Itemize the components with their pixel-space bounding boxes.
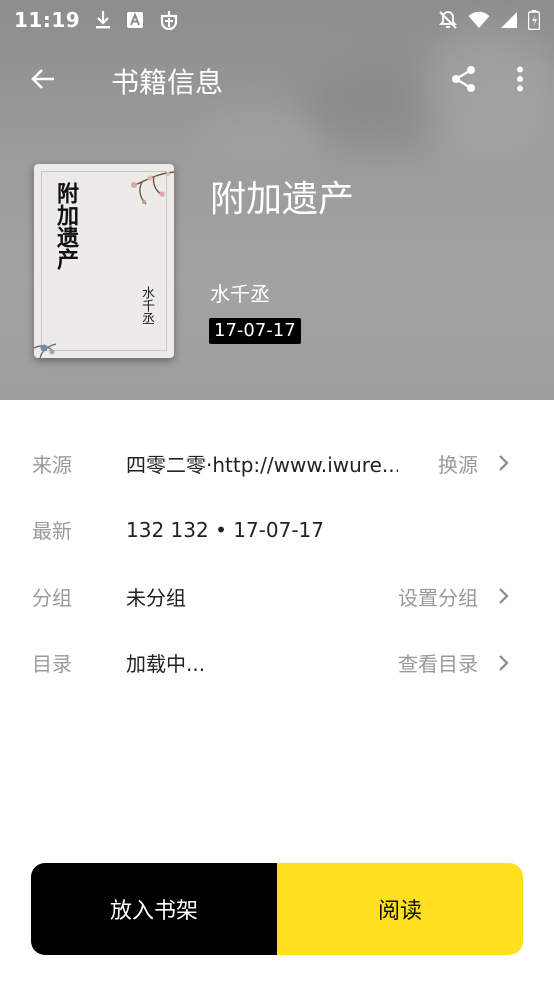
change-source-button[interactable]: 换源 — [438, 449, 478, 478]
share-button[interactable] — [436, 53, 492, 109]
status-time: 11:19 — [14, 8, 81, 32]
notifications-off-icon — [438, 10, 458, 30]
add-to-shelf-button[interactable]: 放入书架 — [31, 863, 277, 955]
more-vert-icon — [516, 66, 524, 96]
group-value: 未分组 — [126, 585, 186, 610]
info-row-latest: 最新 132 132 • 17-07-17 — [0, 497, 554, 564]
info-row-source[interactable]: 来源 四零二零·http://www.iwure... 换源 — [0, 430, 554, 497]
read-button[interactable]: 阅读 — [277, 863, 523, 955]
cover-flower-decoration — [131, 171, 174, 205]
info-row-toc[interactable]: 目录 加载中... 查看目录 — [0, 630, 554, 697]
page-title: 书籍信息 — [111, 66, 224, 99]
share-icon — [451, 65, 477, 97]
arrow-back-icon — [29, 65, 57, 97]
group-label: 分组 — [32, 585, 72, 610]
latest-label: 最新 — [32, 519, 72, 544]
source-value: 四零二零·http://www.iwure... — [126, 452, 398, 477]
signal-icon — [500, 11, 518, 29]
app-bar: 书籍信息 — [0, 50, 554, 112]
chevron-right-icon — [498, 654, 510, 672]
set-group-button[interactable]: 设置分组 — [398, 582, 478, 611]
cover-title: 附加遗产 — [53, 182, 78, 270]
toc-value: 加载中... — [126, 652, 206, 677]
wifi-icon — [468, 11, 490, 29]
chevron-right-icon — [498, 454, 510, 472]
view-toc-button[interactable]: 查看目录 — [398, 648, 478, 677]
book-name: 附加遗产 — [210, 179, 355, 220]
download-icon — [94, 10, 112, 30]
bottom-action-bar: 放入书架 阅读 — [31, 863, 523, 955]
info-row-group[interactable]: 分组 未分组 设置分组 — [0, 563, 554, 630]
font-icon — [126, 11, 144, 29]
battery-icon — [528, 10, 540, 30]
book-info-list: 来源 四零二零·http://www.iwure... 换源 最新 132 13… — [0, 430, 554, 696]
chevron-right-icon — [498, 587, 510, 605]
latest-value: 132 132 • 17-07-17 — [126, 517, 324, 542]
bug-icon — [158, 9, 180, 31]
book-author[interactable]: 水千丞 — [210, 278, 270, 307]
source-label: 来源 — [32, 452, 72, 477]
cover-flower-bottom-decoration — [34, 343, 57, 358]
status-bar: 11:19 — [0, 0, 554, 40]
toc-label: 目录 — [32, 652, 72, 677]
more-options-button[interactable] — [492, 53, 548, 109]
cover-author: 水千丞 — [139, 286, 154, 325]
back-button[interactable] — [15, 53, 71, 109]
book-cover[interactable]: 附加遗产 水千丞 — [34, 164, 174, 358]
book-update-date: 17-07-17 — [209, 318, 301, 344]
